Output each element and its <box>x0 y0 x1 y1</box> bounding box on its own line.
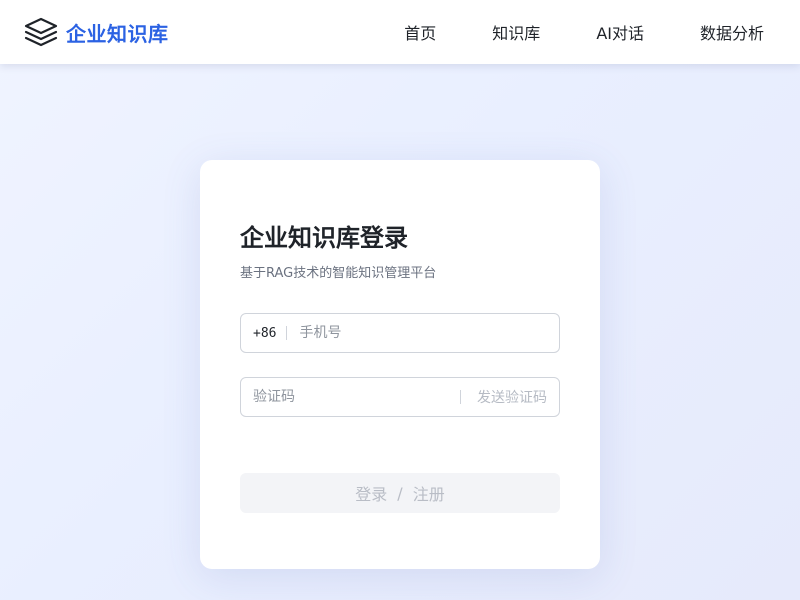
nav-item-data-analysis[interactable]: 数据分析 <box>700 20 764 44</box>
nav-item-knowledge-base[interactable]: 知识库 <box>492 20 540 44</box>
label-separator: / <box>397 483 403 503</box>
nav-item-ai-chat[interactable]: AI对话 <box>596 20 644 44</box>
top-navbar: 企业知识库 首页 知识库 AI对话 数据分析 <box>0 0 800 64</box>
verification-code-input[interactable] <box>241 378 460 416</box>
country-code-prefix[interactable]: +86 <box>241 326 286 341</box>
brand-name: 企业知识库 <box>66 21 169 46</box>
login-card: 企业知识库登录 基于RAG技术的智能知识管理平台 +86 发送验证码 登录 / … <box>200 160 600 569</box>
login-subtitle: 基于RAG技术的智能知识管理平台 <box>240 266 437 281</box>
nav-item-home[interactable]: 首页 <box>404 20 436 44</box>
register-label: 注册 <box>412 485 445 504</box>
login-title: 企业知识库登录 <box>240 224 408 252</box>
login-register-button[interactable]: 登录 / 注册 <box>240 473 560 513</box>
login-label: 登录 <box>355 485 388 504</box>
layers-icon <box>24 17 58 47</box>
phone-field: +86 <box>240 313 560 353</box>
send-code-button[interactable]: 发送验证码 <box>461 387 559 407</box>
brand[interactable]: 企业知识库 <box>24 16 169 48</box>
phone-input[interactable] <box>287 314 559 352</box>
main-nav: 首页 知识库 AI对话 数据分析 <box>348 0 764 64</box>
verification-code-field: 发送验证码 <box>240 377 560 417</box>
